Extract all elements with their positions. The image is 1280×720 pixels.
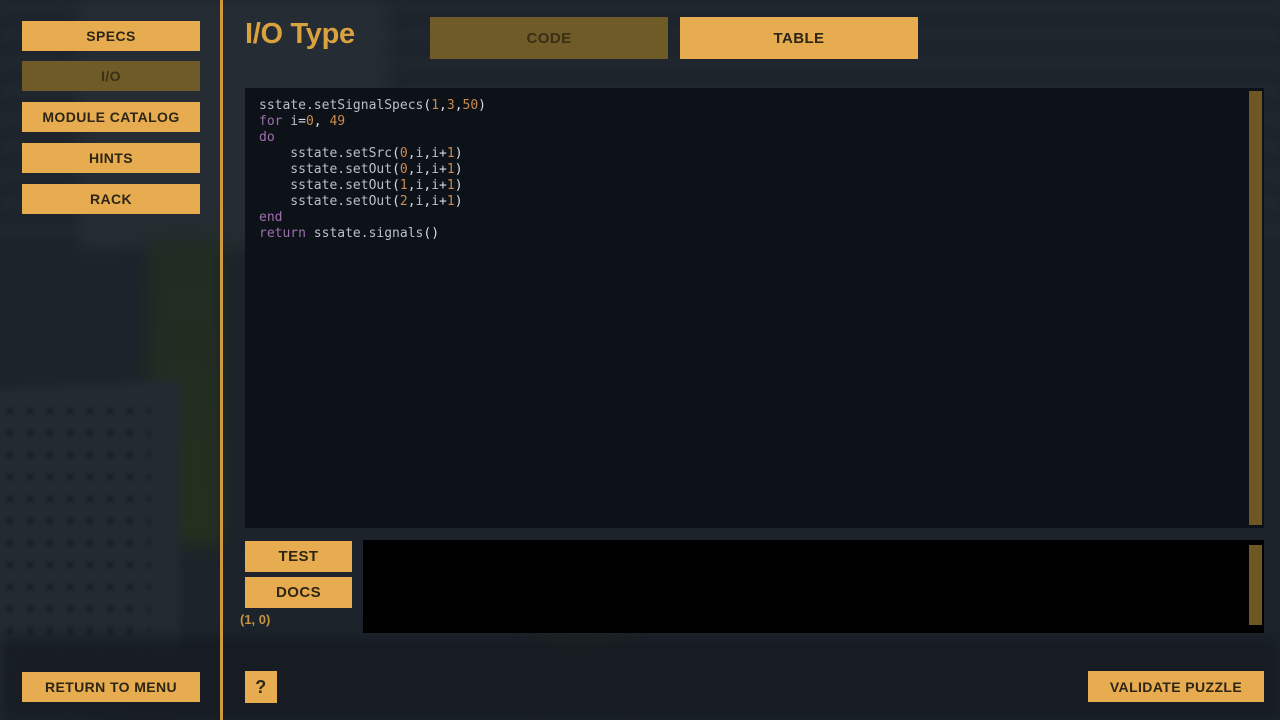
sidebar-item-specs[interactable]: SPECS [22, 21, 200, 51]
editor-scrollbar[interactable] [1249, 91, 1262, 525]
sidebar-item-module-catalog[interactable]: MODULE CATALOG [22, 102, 200, 132]
tab-table[interactable]: TABLE [680, 17, 918, 59]
test-button[interactable]: TEST [245, 541, 352, 572]
docs-button[interactable]: DOCS [245, 577, 352, 608]
validate-puzzle-button[interactable]: VALIDATE PUZZLE [1088, 671, 1264, 702]
cursor-position: (1, 0) [240, 612, 270, 627]
sidebar-item-io[interactable]: I/O [22, 61, 200, 91]
return-to-menu-button[interactable]: RETURN TO MENU [22, 672, 200, 702]
page-title: I/O Type [245, 18, 355, 51]
code-editor[interactable]: sstate.setSignalSpecs(1,3,50)for i=0, 49… [245, 88, 1264, 528]
console-scrollbar[interactable] [1249, 545, 1262, 625]
tab-code[interactable]: CODE [430, 17, 668, 59]
code-lines: sstate.setSignalSpecs(1,3,50)for i=0, 49… [259, 98, 486, 242]
sidebar-item-hints[interactable]: HINTS [22, 143, 200, 173]
output-console[interactable] [363, 540, 1264, 633]
help-button[interactable]: ? [245, 671, 277, 703]
sidebar-item-rack[interactable]: RACK [22, 184, 200, 214]
sidebar-divider [220, 0, 223, 720]
